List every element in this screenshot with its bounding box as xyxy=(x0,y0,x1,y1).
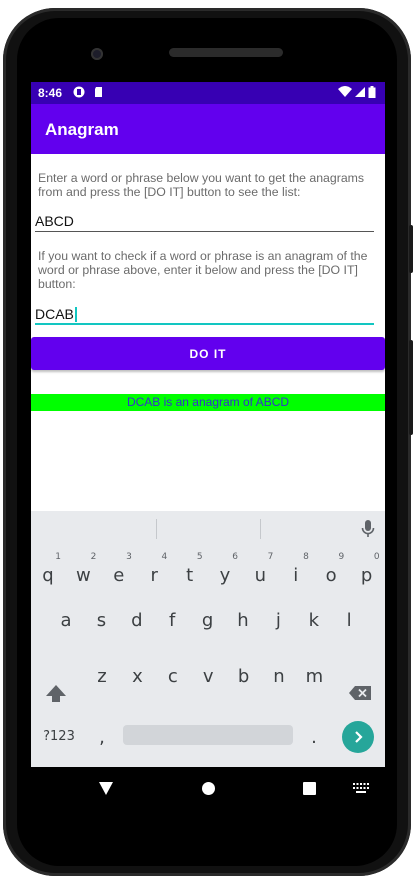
symbols-key[interactable]: ?123 xyxy=(39,716,79,756)
period-key[interactable]: . xyxy=(299,714,329,754)
suggestion-strip xyxy=(31,511,385,547)
back-nav-icon[interactable] xyxy=(99,782,113,795)
key-x[interactable]: x xyxy=(122,653,152,693)
key-hint-number: 9 xyxy=(338,552,345,562)
key-hint-number: 0 xyxy=(373,552,380,562)
word-input-value: ABCD xyxy=(35,213,74,229)
key-s[interactable]: s xyxy=(86,597,116,637)
key-d[interactable]: d xyxy=(122,597,152,637)
hint-text-2: If you want to check if a word or phrase… xyxy=(38,249,368,291)
keyboard-switch-icon[interactable] xyxy=(353,783,369,793)
wifi-icon xyxy=(338,86,352,97)
key-hint-number: 8 xyxy=(303,552,309,562)
soft-keyboard: q1w2e3r4t5y6u7i8o9p0 asdfghjkl zxcvbnm ?… xyxy=(31,511,385,767)
text-cursor xyxy=(74,307,77,322)
key-hint-number: 1 xyxy=(55,552,61,562)
navigation-bar xyxy=(31,767,385,812)
key-g[interactable]: g xyxy=(193,597,223,637)
key-n[interactable]: n xyxy=(264,653,294,693)
key-t[interactable]: t5 xyxy=(175,552,205,592)
status-bar: 8:46 xyxy=(31,82,385,104)
key-hint-number: 6 xyxy=(232,552,238,562)
spacebar[interactable] xyxy=(123,725,293,745)
key-hint-number: 4 xyxy=(161,552,168,562)
clock: 8:46 xyxy=(38,86,63,100)
shift-icon[interactable] xyxy=(45,684,67,704)
key-hint-number: 5 xyxy=(196,552,203,562)
key-k[interactable]: k xyxy=(299,597,329,637)
key-o[interactable]: o9 xyxy=(316,552,346,592)
earpiece-speaker xyxy=(169,48,283,57)
key-u[interactable]: u7 xyxy=(245,552,275,592)
key-a[interactable]: a xyxy=(51,597,81,637)
app-title: Anagram xyxy=(45,120,119,139)
check-input[interactable]: DCAB xyxy=(35,301,374,325)
key-q[interactable]: q1 xyxy=(33,552,63,592)
backspace-icon[interactable] xyxy=(348,685,372,701)
word-input-underline xyxy=(35,231,374,232)
comma-key[interactable]: , xyxy=(87,714,117,754)
key-hint-number: 2 xyxy=(90,552,97,562)
key-y[interactable]: y6 xyxy=(210,552,240,592)
front-camera xyxy=(91,48,103,60)
volume-button xyxy=(409,340,413,435)
key-r[interactable]: r4 xyxy=(139,552,169,592)
app-screen: 8:46 Anagram Enter a word or phrase belo… xyxy=(31,82,385,767)
key-z[interactable]: z xyxy=(87,653,117,693)
home-nav-icon[interactable] xyxy=(202,782,215,795)
key-m[interactable]: m xyxy=(299,653,329,693)
lock-icon xyxy=(73,86,85,98)
enter-arrow-icon xyxy=(355,731,363,743)
key-j[interactable]: j xyxy=(263,597,293,637)
key-w[interactable]: w2 xyxy=(68,552,98,592)
key-e[interactable]: e3 xyxy=(104,552,134,592)
check-input-underline xyxy=(35,323,374,325)
word-input[interactable]: ABCD xyxy=(35,208,374,232)
key-l[interactable]: l xyxy=(334,597,364,637)
enter-button[interactable] xyxy=(342,721,374,753)
sd-card-icon xyxy=(95,87,102,97)
key-b[interactable]: b xyxy=(229,653,259,693)
result-banner: DCAB is an anagram of ABCD xyxy=(31,394,385,411)
signal-icon xyxy=(355,87,365,97)
power-button xyxy=(409,225,413,273)
recents-nav-icon[interactable] xyxy=(303,782,316,795)
suggestion-divider xyxy=(260,519,261,539)
key-v[interactable]: v xyxy=(193,653,223,693)
mic-icon[interactable] xyxy=(361,519,375,539)
key-hint-number: 3 xyxy=(126,552,132,562)
do-it-button[interactable]: DO IT xyxy=(31,337,385,370)
hint-text-1: Enter a word or phrase below you want to… xyxy=(38,171,365,199)
battery-icon xyxy=(368,86,376,98)
key-p[interactable]: p0 xyxy=(352,552,382,592)
key-hint-number: 7 xyxy=(267,552,274,562)
key-f[interactable]: f xyxy=(157,597,187,637)
key-c[interactable]: c xyxy=(158,653,188,693)
app-bar: Anagram xyxy=(31,104,385,154)
suggestion-divider xyxy=(156,519,157,539)
key-h[interactable]: h xyxy=(228,597,258,637)
key-i[interactable]: i8 xyxy=(281,552,311,592)
check-input-value: DCAB xyxy=(35,306,74,322)
